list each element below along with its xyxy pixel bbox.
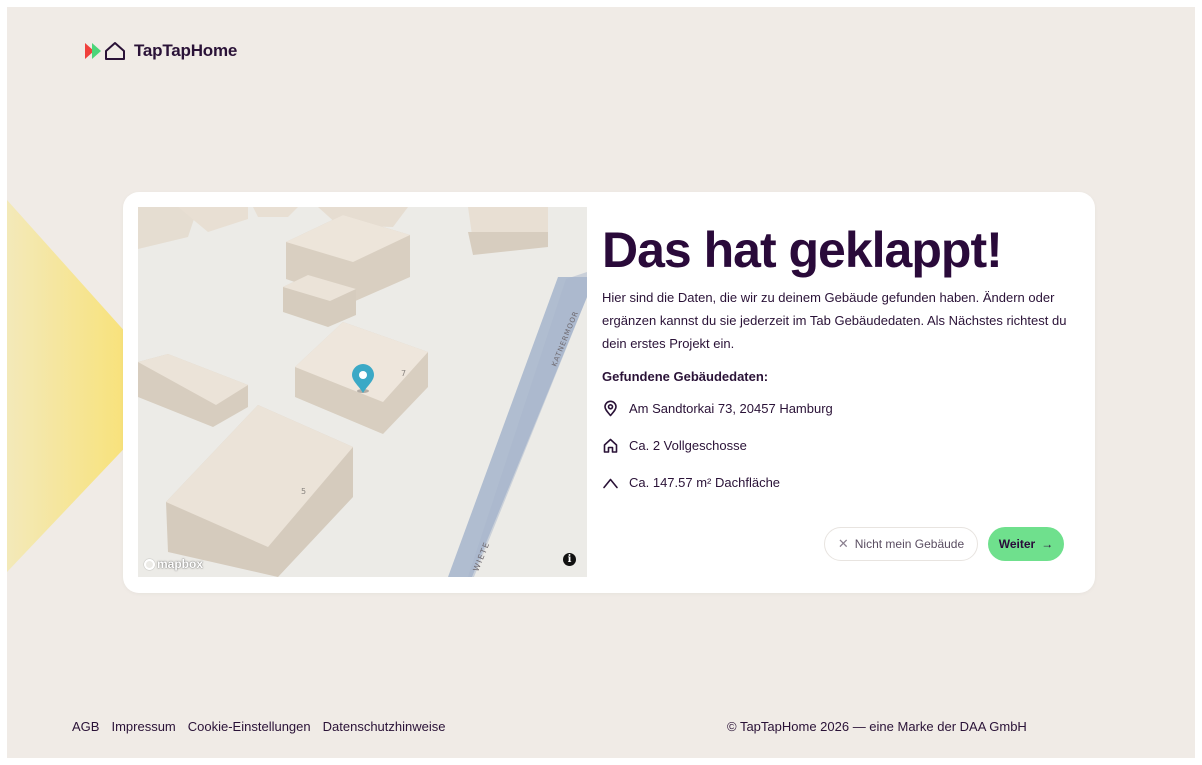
location-pin-icon (604, 400, 617, 417)
brand-name: TapTapHome (134, 41, 238, 60)
detail-floors-text: Ca. 2 Vollgeschosse (629, 438, 747, 453)
footer-link-privacy[interactable]: Datenschutzhinweise (323, 719, 446, 734)
result-content: Das hat geklappt! Hier sind die Daten, d… (602, 220, 1072, 492)
mapbox-label: mapbox (157, 557, 204, 571)
roof-icon (603, 478, 618, 489)
not-my-building-button[interactable]: ✕ Nicht mein Gebäude (824, 527, 978, 561)
detail-address: Am Sandtorkai 73, 20457 Hamburg (602, 399, 1072, 418)
continue-label: Weiter (998, 537, 1036, 551)
building-number-7: 7 (401, 369, 406, 378)
page-title: Das hat geklappt! (602, 222, 1003, 278)
result-card: KATNERMOOR WIETE 7 5 mapbox i Das hat ge… (123, 192, 1095, 593)
map-info-button[interactable]: i (563, 553, 576, 566)
detail-floors: Ca. 2 Vollgeschosse (602, 436, 1072, 455)
detail-roof-text: Ca. 147.57 m² Dachfläche (629, 475, 781, 490)
building-number-5: 5 (301, 487, 306, 496)
footer-link-cookie-settings[interactable]: Cookie-Einstellungen (188, 719, 311, 734)
found-data-heading: Gefundene Gebäudedaten: (602, 369, 769, 384)
brand-logo[interactable]: TapTapHome (84, 41, 237, 61)
continue-button[interactable]: Weiter → (988, 527, 1064, 561)
arrow-right-icon: → (1041, 537, 1054, 551)
mapbox-icon (144, 558, 155, 570)
map-canvas[interactable]: KATNERMOOR WIETE 7 5 (138, 207, 587, 577)
not-my-building-label: Nicht mein Gebäude (854, 537, 965, 551)
decorative-yellow-shape (7, 200, 127, 572)
footer-links: AGB Impressum Cookie-Einstellungen Daten… (72, 719, 445, 734)
detail-address-text: Am Sandtorkai 73, 20457 Hamburg (629, 401, 833, 416)
footer-copyright: © TapTapHome 2026 — eine Marke der DAA G… (727, 719, 1027, 734)
close-icon: ✕ (837, 536, 849, 551)
building-map[interactable]: KATNERMOOR WIETE 7 5 mapbox i (138, 207, 587, 577)
mapbox-logo[interactable]: mapbox (144, 557, 203, 571)
house-icon (603, 438, 618, 453)
building-details-list: Am Sandtorkai 73, 20457 Hamburg Ca. 2 Vo… (602, 399, 1072, 492)
footer-link-agb[interactable]: AGB (72, 719, 99, 734)
footer-link-impressum[interactable]: Impressum (111, 719, 175, 734)
detail-roof: Ca. 147.57 m² Dachfläche (602, 473, 1072, 492)
description-text: Hier sind die Daten, die wir zu deinem G… (602, 290, 1067, 351)
logo-icon (85, 42, 125, 60)
